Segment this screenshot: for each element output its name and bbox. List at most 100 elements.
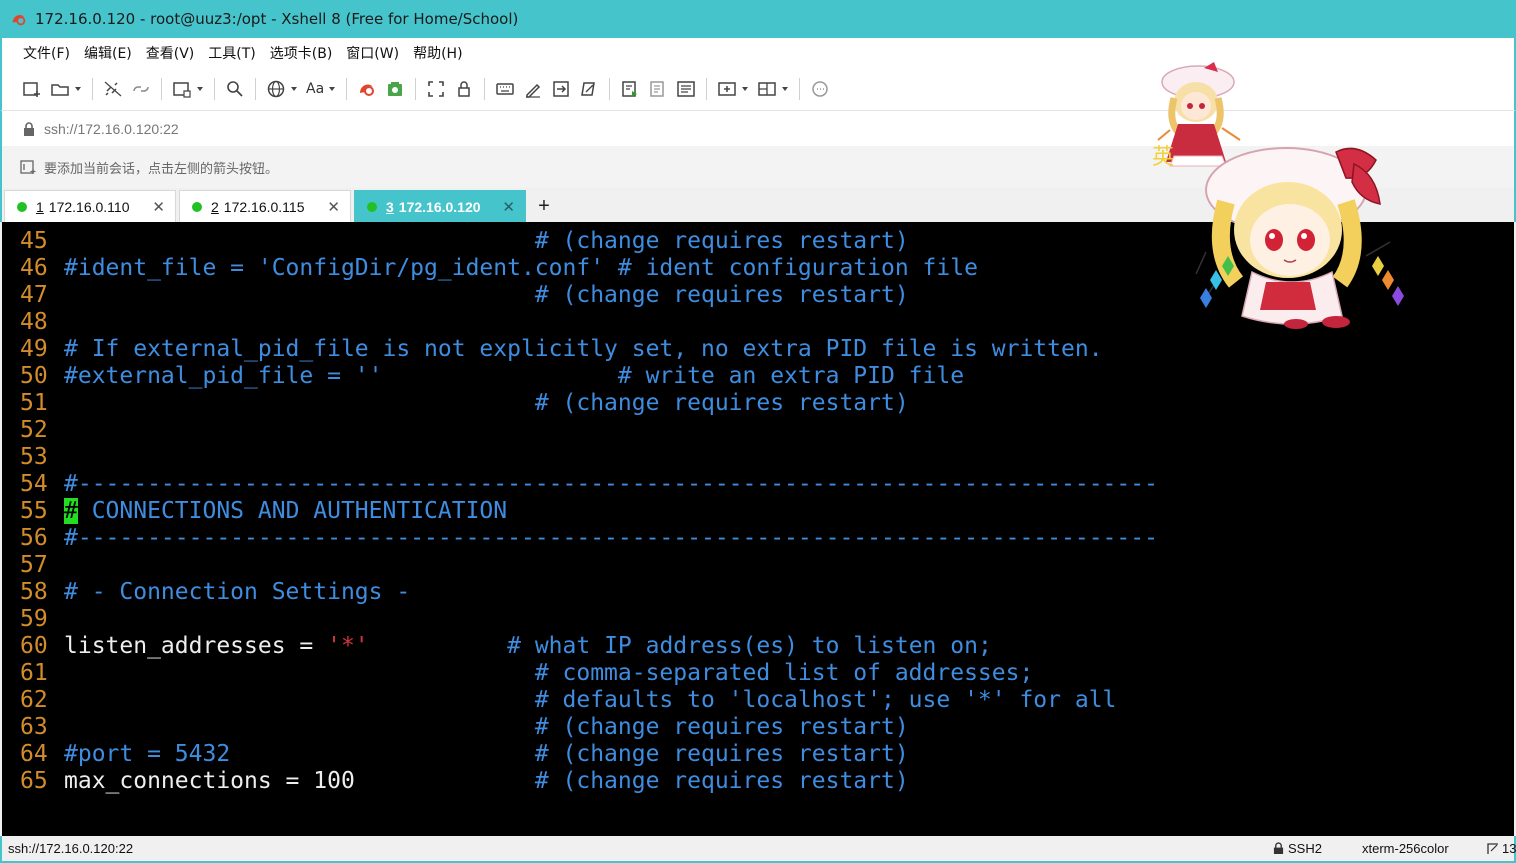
notes-icon[interactable] xyxy=(672,74,700,104)
log-icon[interactable] xyxy=(644,74,672,104)
line-number: 50 xyxy=(20,363,48,389)
globe-dropdown-icon[interactable] xyxy=(290,74,298,104)
toolbar-separator xyxy=(799,78,801,100)
open-dropdown-icon[interactable] xyxy=(74,74,82,104)
menu-file[interactable]: 文件(F) xyxy=(16,43,77,63)
menu-help[interactable]: 帮助(H) xyxy=(406,43,469,63)
add-tab-dropdown-icon[interactable] xyxy=(741,74,749,104)
title-bar: 172.16.0.120 - root@uuz3:/opt - Xshell 8… xyxy=(0,0,1516,38)
terminal-text: # If external_pid_file is not explicitly… xyxy=(64,336,1103,362)
terminal-line: 51 # (change requires restart) xyxy=(20,390,909,417)
compose-icon[interactable] xyxy=(575,74,603,104)
connected-status-icon xyxy=(367,201,377,212)
new-tab-button[interactable]: + xyxy=(529,190,559,222)
globe-icon[interactable] xyxy=(262,74,290,104)
toolbar: Aa xyxy=(0,68,1516,110)
terminal-line: 62 # defaults to 'localhost'; use '*' fo… xyxy=(20,687,1116,714)
window-title: 172.16.0.120 - root@uuz3:/opt - Xshell 8… xyxy=(35,10,519,28)
close-icon[interactable]: ✕ xyxy=(327,198,340,216)
line-number: 63 xyxy=(20,714,48,740)
font-icon[interactable]: Aa xyxy=(302,74,328,104)
chat-icon[interactable] xyxy=(806,74,834,104)
menu-tabs[interactable]: 选项卡(B) xyxy=(263,43,340,63)
tab-session-3[interactable]: 3 172.16.0.120 ✕ xyxy=(354,190,526,222)
send-icon[interactable] xyxy=(616,74,644,104)
toolbar-separator xyxy=(161,78,162,100)
terminal-line: 63 # (change requires restart) xyxy=(20,714,909,741)
transfer-icon[interactable] xyxy=(547,74,575,104)
menu-tools[interactable]: 工具(T) xyxy=(201,43,262,63)
open-folder-icon[interactable] xyxy=(46,74,74,104)
status-lock-icon xyxy=(1273,842,1284,854)
tab-number: 1 xyxy=(36,198,44,215)
fullscreen-icon[interactable] xyxy=(422,74,450,104)
close-icon[interactable]: ✕ xyxy=(152,198,165,216)
terminal-text: #---------------------------------------… xyxy=(64,471,1158,497)
menu-bar: 文件(F) 编辑(E) 查看(V) 工具(T) 选项卡(B) 窗口(W) 帮助(… xyxy=(0,38,1516,68)
terminal-line: 48 xyxy=(20,309,64,336)
line-number: 65 xyxy=(20,768,48,794)
terminal-line: 60 listen_addresses = '*' # what IP addre… xyxy=(20,633,992,660)
line-number: 64 xyxy=(20,741,48,767)
find-icon[interactable] xyxy=(221,74,249,104)
status-address: ssh://172.16.0.120:22 xyxy=(8,841,134,856)
terminal-text: # (change requires restart) xyxy=(534,768,909,794)
terminal-line: 46 #ident_file = 'ConfigDir/pg_ident.conf… xyxy=(20,255,978,282)
terminal-text: #ident_file = 'ConfigDir/pg_ident.conf' … xyxy=(64,255,978,281)
toolbar-separator xyxy=(255,78,256,100)
status-size: 13 xyxy=(1487,841,1516,856)
terminal-line: 64 #port = 5432 # (change requires restar… xyxy=(20,741,909,768)
line-number: 54 xyxy=(20,471,48,497)
session-hint-text: 要添加当前会话，点击左侧的箭头按钮。 xyxy=(44,161,279,177)
xshell-icon[interactable] xyxy=(353,74,381,104)
line-number: 46 xyxy=(20,255,48,281)
terminal-line: 49 # If external_pid_file is not explicit… xyxy=(20,336,1103,363)
terminal-line: 54 #-------------------------------------… xyxy=(20,471,1158,498)
layout-icon[interactable] xyxy=(753,74,781,104)
ime-indicator: 英 xyxy=(1152,145,1174,170)
new-session-icon[interactable] xyxy=(18,74,46,104)
tab-label: 172.16.0.110 xyxy=(48,198,130,215)
terminal-text: # defaults to 'localhost'; use '*' for a… xyxy=(534,687,1117,713)
terminal-text: #port = 5432 xyxy=(64,741,231,767)
tab-session-1[interactable]: 1 172.16.0.110 ✕ xyxy=(4,190,176,222)
line-number: 58 xyxy=(20,579,48,605)
resize-icon xyxy=(1487,842,1498,854)
terminal-line: 47 # (change requires restart) xyxy=(20,282,909,309)
terminal-text: # (change requires restart) xyxy=(534,282,909,308)
line-number: 51 xyxy=(20,390,48,416)
font-dropdown-icon[interactable] xyxy=(328,74,336,104)
terminal-cursor: # xyxy=(64,498,78,524)
terminal-text: # (change requires restart) xyxy=(534,228,909,254)
toolbar-separator xyxy=(706,78,708,100)
xshell-app-icon xyxy=(10,10,28,28)
script-icon[interactable] xyxy=(519,74,547,104)
menu-edit[interactable]: 编辑(E) xyxy=(77,43,139,63)
add-tab-icon[interactable] xyxy=(713,74,741,104)
terminal-text: # - Connection Settings - xyxy=(64,579,411,605)
menu-window[interactable]: 窗口(W) xyxy=(339,43,406,63)
disconnect-icon[interactable] xyxy=(99,74,127,104)
close-icon[interactable]: ✕ xyxy=(502,198,515,216)
terminal-line: 55 # CONNECTIONS AND AUTHENTICATION xyxy=(20,498,507,525)
mascot-large-image xyxy=(1195,147,1404,329)
new-window-icon[interactable] xyxy=(168,74,196,104)
keyboard-icon[interactable] xyxy=(491,74,519,104)
new-window-dropdown-icon[interactable] xyxy=(196,74,204,104)
menu-view[interactable]: 查看(V) xyxy=(139,43,202,63)
terminal-text: max_connections = 100 xyxy=(64,768,355,794)
reconnect-icon[interactable] xyxy=(127,74,155,104)
layout-dropdown-icon[interactable] xyxy=(781,74,789,104)
line-number: 55 xyxy=(20,498,48,524)
tab-session-2[interactable]: 2 172.16.0.115 ✕ xyxy=(179,190,351,222)
add-session-arrow-icon[interactable] xyxy=(20,159,38,175)
lock-icon[interactable] xyxy=(450,74,478,104)
line-number: 47 xyxy=(20,282,48,308)
connected-status-icon xyxy=(17,201,27,212)
status-bar: ssh://172.16.0.120:22 SSH2 xterm-256colo… xyxy=(0,836,1516,863)
address-input[interactable] xyxy=(44,120,644,137)
xftp-icon[interactable] xyxy=(381,74,409,104)
